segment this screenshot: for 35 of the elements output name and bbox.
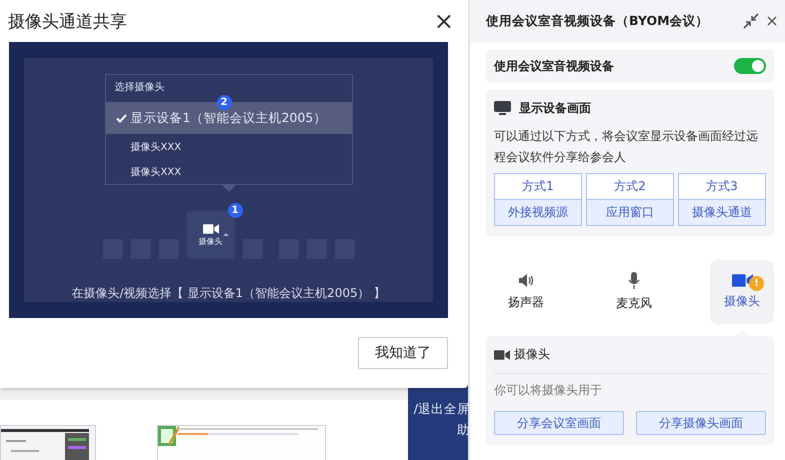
speaker-icon: [518, 273, 534, 288]
method-button[interactable]: 方式3 摄像头通道: [678, 173, 766, 226]
method-button[interactable]: 方式1 外接视频源: [494, 173, 582, 226]
dropdown-title: 选择摄像头: [114, 80, 166, 95]
monitor-icon: [494, 101, 511, 116]
camera-icon: [732, 274, 752, 287]
share-button[interactable]: 分享会议室画面: [494, 411, 624, 435]
caret-icon: [222, 233, 228, 236]
collapse-button[interactable]: [743, 13, 759, 29]
menu-text: /退出全屏: [414, 401, 470, 418]
warning-badge: !: [749, 276, 764, 291]
toggle-switch[interactable]: [734, 58, 766, 74]
camera-icon: [494, 350, 510, 360]
dropdown-option[interactable]: 摄像头XXX: [106, 159, 352, 184]
section-title: 显示设备画面: [519, 100, 591, 117]
share-button[interactable]: 分享摄像头画面: [636, 411, 766, 435]
close-button[interactable]: ×: [434, 9, 454, 33]
device-tab[interactable]: 摄像头 !: [710, 260, 774, 324]
dialog-title: 摄像头通道共享: [8, 10, 127, 32]
dropdown-option[interactable]: 摄像头XXX: [106, 134, 352, 159]
step-badge: 1: [228, 203, 242, 218]
check-icon: [116, 114, 126, 122]
panel-title: 使用会议室音视频设备（BYOM会议）: [486, 12, 710, 30]
description-text: 可以通过以下方式，将会议室显示设备画面经过远程会议软件分享给参会人: [494, 128, 759, 166]
section-title: 摄像头: [514, 346, 550, 363]
confirm-button[interactable]: 我知道了: [358, 337, 448, 369]
caption-text: 在摄像头/视频选择【 显示设备1（智能会议主机2005） 】: [72, 285, 386, 302]
camera-icon: [202, 224, 218, 234]
method-button[interactable]: 方式2 应用窗口: [586, 173, 674, 226]
device-tab[interactable]: 扬声器: [494, 260, 558, 324]
hint-text: 你可以将摄像头用于: [494, 382, 603, 399]
microphone-icon: [628, 272, 640, 289]
device-tab[interactable]: 麦克风: [602, 260, 666, 324]
toggle-label: 使用会议室音视频设备: [494, 58, 614, 74]
close-button[interactable]: [767, 16, 777, 26]
